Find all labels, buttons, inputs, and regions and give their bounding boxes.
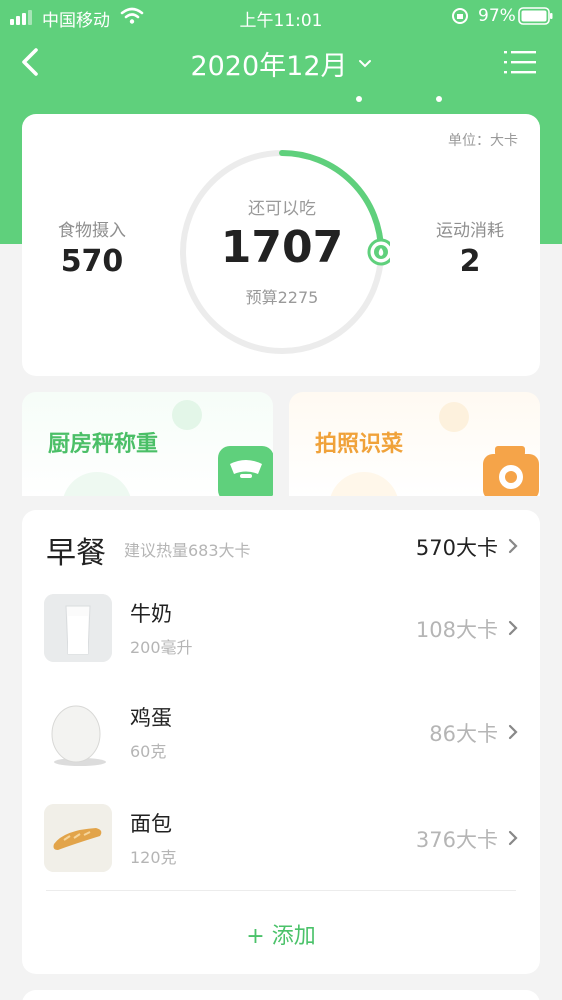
chevron-right-icon[interactable]: [506, 536, 520, 556]
budget-label: 预算2275: [245, 288, 319, 307]
add-label: 添加: [271, 924, 316, 949]
status-bar: 中国移动 上午11:01 97%: [0, 0, 562, 34]
breakfast-card: 早餐 建议热量683大卡 570大卡 牛奶 200毫升 108大卡 鸡蛋 60克…: [22, 510, 540, 974]
kitchen-scale-label: 厨房秤称重: [48, 432, 159, 457]
food-calories: 376大卡: [415, 828, 498, 852]
chevron-right-icon: [508, 830, 518, 846]
decor-circle: [439, 402, 469, 432]
food-name: 牛奶: [130, 602, 172, 626]
page-title: 2020年12月: [190, 51, 348, 82]
calorie-summary-card: 单位：大卡 食物摄入 570 还可以吃 1707 预算2275 运动消耗 2: [22, 114, 540, 376]
unit-label: 单位：大卡: [448, 133, 518, 149]
battery-icon: [518, 7, 553, 25]
intake-value: 570: [60, 244, 124, 279]
camera-icon: [483, 446, 539, 496]
meal-total[interactable]: 570大卡: [416, 532, 498, 562]
scale-icon: [218, 446, 273, 496]
food-amount: 120克: [130, 848, 177, 867]
chevron-right-icon: [508, 724, 518, 740]
egg-photo: [44, 698, 112, 766]
photo-recognize-card[interactable]: 拍照识菜: [289, 392, 540, 496]
milk-photo: [44, 594, 112, 662]
exercise-value: 2: [459, 244, 481, 279]
decor-circle: [62, 472, 132, 496]
food-name: 鸡蛋: [130, 706, 172, 730]
photo-recognize-label: 拍照识菜: [315, 432, 404, 457]
intake-label: 食物摄入: [58, 221, 126, 241]
battery-percent: 97%: [478, 6, 516, 26]
food-item-bread[interactable]: 面包 120克 376大卡: [22, 804, 540, 894]
bread-photo: [44, 804, 112, 872]
decor-circle: [329, 472, 399, 496]
food-calories: 86大卡: [429, 722, 498, 746]
food-calories: 108大卡: [415, 618, 498, 642]
food-amount: 60克: [130, 742, 167, 761]
rotation-lock-icon: [452, 8, 468, 24]
meal-title: 早餐: [46, 536, 106, 571]
page-indicator-dot: [436, 96, 442, 102]
page-indicator-dot: [356, 96, 362, 102]
remaining-label: 还可以吃: [248, 199, 316, 219]
food-item-egg[interactable]: 鸡蛋 60克 86大卡: [22, 698, 540, 788]
chevron-down-icon: [358, 59, 371, 67]
page: 中国移动 上午11:01 97% 2020年12月 单位：大卡 食物摄入 570…: [0, 0, 562, 1000]
exercise-label: 运动消耗: [436, 221, 504, 241]
food-amount: 200毫升: [130, 638, 193, 657]
decor-circle: [172, 400, 202, 430]
kitchen-scale-card[interactable]: 厨房秤称重: [22, 392, 273, 496]
month-selector[interactable]: 2020年12月: [0, 44, 562, 83]
divider: [46, 890, 516, 891]
remaining-value: 1707: [220, 222, 344, 273]
add-food-button[interactable]: + 添加: [22, 918, 540, 950]
food-name: 面包: [130, 812, 172, 836]
meal-suggestion: 建议热量683大卡: [124, 541, 251, 560]
menu-icon[interactable]: [504, 48, 536, 76]
food-item-milk[interactable]: 牛奶 200毫升 108大卡: [22, 594, 540, 684]
chevron-right-icon: [508, 620, 518, 636]
plus-icon: +: [246, 924, 272, 949]
next-meal-card: [22, 990, 540, 1000]
